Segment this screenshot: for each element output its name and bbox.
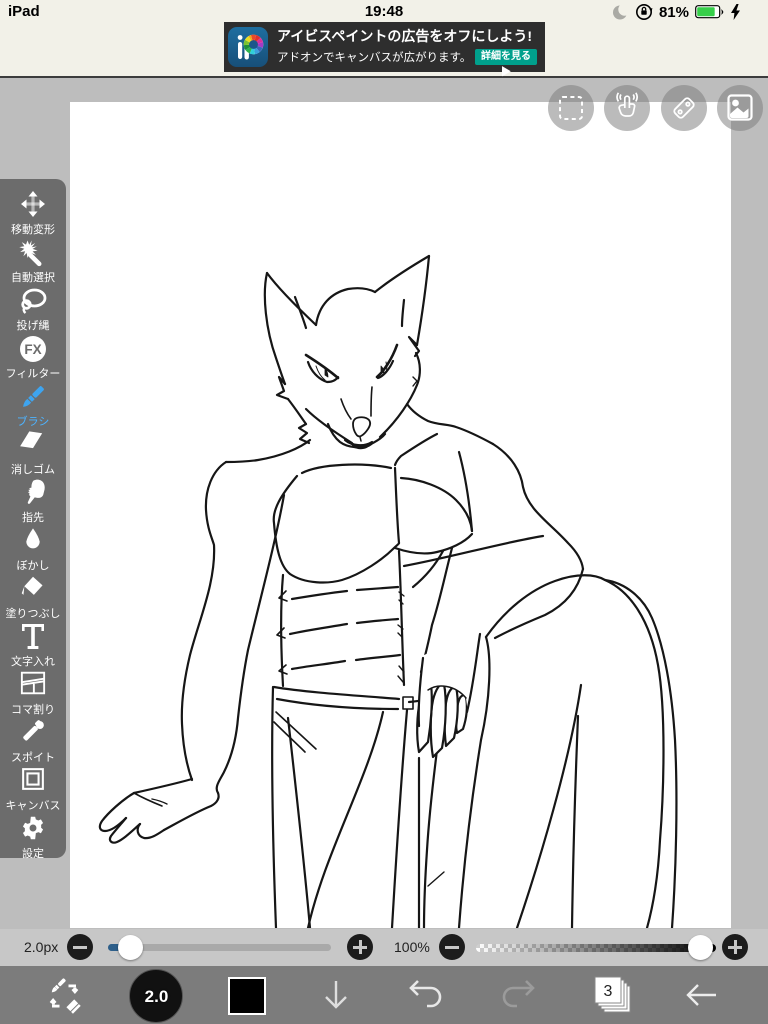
svg-text:3: 3 [604,983,613,1000]
svg-text:FX: FX [24,342,41,357]
